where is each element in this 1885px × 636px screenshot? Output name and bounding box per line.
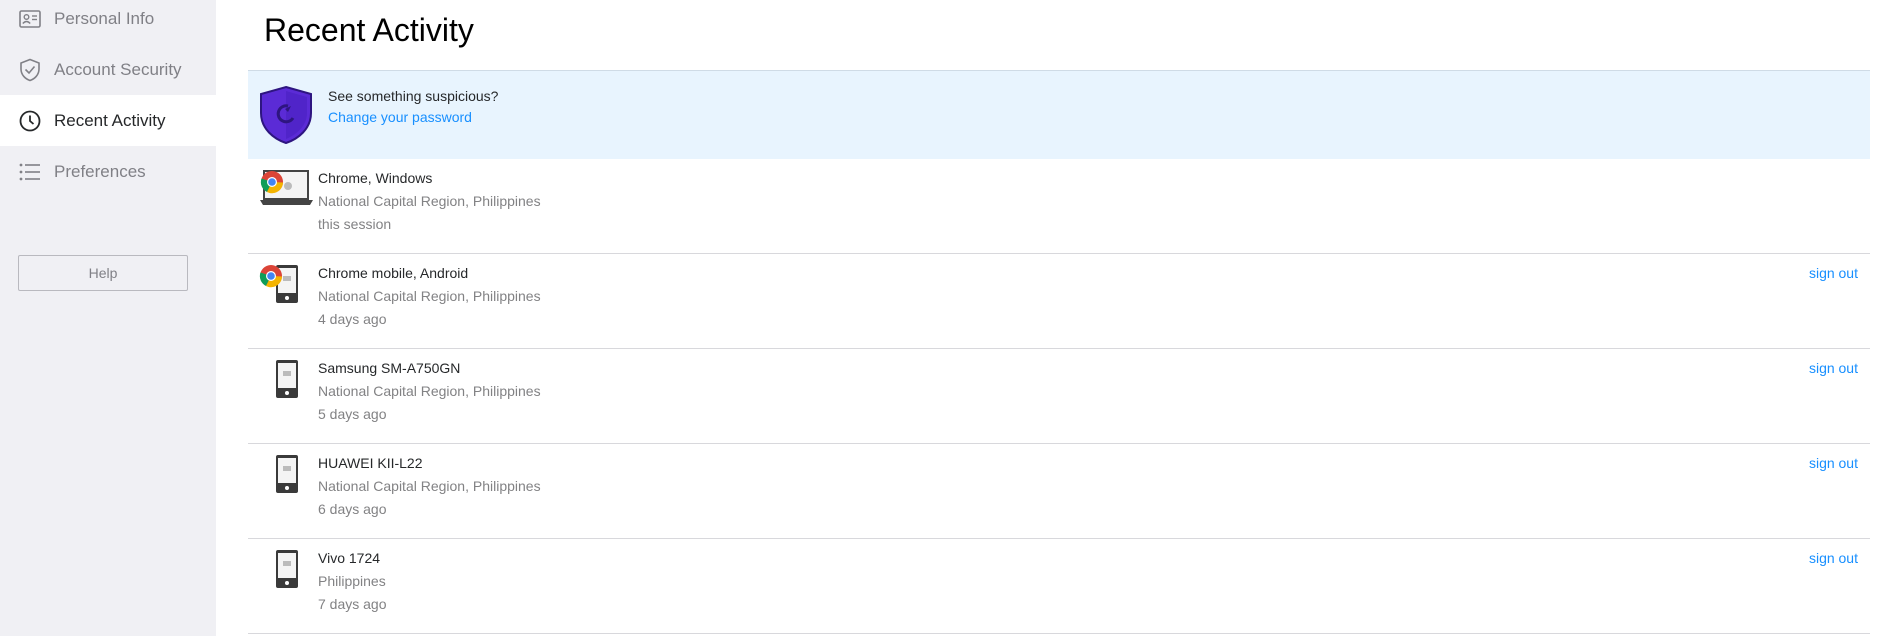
device-name: HUAWEI KII-L22 [318, 455, 423, 471]
session-time: this session [318, 216, 392, 232]
shield-icon [258, 85, 314, 150]
session-row: Chrome mobile, Android National Capital … [248, 254, 1870, 349]
sidebar-item-personal-info[interactable]: Personal Info [0, 0, 216, 44]
device-name: Chrome, Windows [318, 170, 433, 186]
session-time: 5 days ago [318, 406, 387, 422]
session-time: 6 days ago [318, 501, 387, 517]
session-location: National Capital Region, Philippines [318, 478, 541, 494]
sign-out-link[interactable]: sign out [1809, 265, 1858, 281]
clock-icon [18, 109, 42, 133]
chrome-phone-icon [258, 264, 316, 304]
sidebar-item-preferences[interactable]: Preferences [0, 146, 216, 197]
session-location: National Capital Region, Philippines [318, 288, 541, 304]
sidebar-item-recent-activity[interactable]: Recent Activity [0, 95, 216, 146]
device-name: Vivo 1724 [318, 550, 381, 566]
sidebar-item-account-security[interactable]: Account Security [0, 44, 216, 95]
session-row: Vivo 1724 Philippines 7 days ago sign ou… [248, 539, 1870, 634]
session-location: National Capital Region, Philippines [318, 383, 541, 399]
session-location: National Capital Region, Philippines [318, 193, 541, 209]
shield-check-icon [18, 58, 42, 82]
session-location: Philippines [318, 573, 386, 589]
sidebar: Personal Info Account Security Recent Ac… [0, 0, 216, 636]
sidebar-item-label: Account Security [54, 59, 182, 79]
change-password-link[interactable]: Change your password [328, 109, 472, 125]
session-time: 7 days ago [318, 596, 387, 612]
help-button[interactable]: Help [18, 255, 188, 291]
sidebar-item-label: Recent Activity [54, 110, 166, 130]
session-time: 4 days ago [318, 311, 387, 327]
sign-out-link[interactable]: sign out [1809, 550, 1858, 566]
chrome-laptop-icon [258, 169, 316, 209]
sidebar-item-label: Personal Info [54, 8, 155, 28]
phone-icon [258, 549, 316, 589]
device-name: Samsung SM-A750GN [318, 360, 461, 376]
sidebar-item-label: Preferences [54, 161, 146, 181]
session-row: Chrome, Windows National Capital Region,… [248, 159, 1870, 254]
session-row: HUAWEI KII-L22 National Capital Region, … [248, 444, 1870, 539]
alert-text: See something suspicious? [328, 88, 499, 104]
sign-out-link[interactable]: sign out [1809, 455, 1858, 471]
session-row: Samsung SM-A750GN National Capital Regio… [248, 349, 1870, 444]
sign-out-link[interactable]: sign out [1809, 360, 1858, 376]
list-icon [18, 160, 42, 184]
device-name: Chrome mobile, Android [318, 265, 469, 281]
suspicious-activity-alert: See something suspicious? Change your pa… [248, 70, 1870, 159]
main-content: Recent Activity See something suspicious… [216, 0, 1885, 636]
id-card-icon [18, 7, 42, 31]
phone-icon [258, 359, 316, 399]
page-title: Recent Activity [264, 12, 474, 48]
phone-icon [258, 454, 316, 494]
